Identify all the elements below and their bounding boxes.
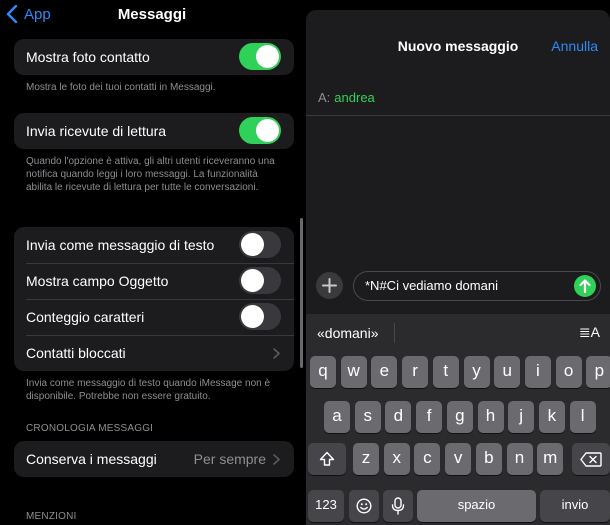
plus-icon: [322, 278, 337, 293]
key-m[interactable]: m: [537, 443, 564, 475]
key-t[interactable]: t: [432, 356, 459, 388]
row-label: Mostra campo Oggetto: [26, 273, 169, 289]
row-conserva-messaggi[interactable]: Conserva i messaggi Per sempre: [14, 441, 294, 477]
key-r[interactable]: r: [402, 356, 429, 388]
key-s[interactable]: s: [354, 401, 381, 433]
toggle-ricevute[interactable]: [239, 117, 281, 144]
key-a[interactable]: a: [324, 401, 350, 433]
return-key[interactable]: invio: [540, 490, 610, 522]
footer-invia-testo: Invia come messaggio di testo quando iMe…: [26, 378, 271, 402]
suggestion-word[interactable]: «domani»: [317, 325, 379, 341]
suggestion-divider: [394, 323, 395, 343]
settings-group-foto: Mostra foto contatto: [14, 39, 294, 75]
footer-ricevute: Quando l'opzione è attiva, gli altri ute…: [26, 156, 275, 193]
send-button[interactable]: [574, 275, 596, 297]
chevron-right-icon: [273, 454, 280, 465]
recipient-name: andrea: [334, 90, 375, 105]
row-ricevute: Invia ricevute di lettura: [14, 113, 294, 149]
key-j[interactable]: j: [508, 401, 535, 433]
key-l[interactable]: l: [569, 401, 596, 433]
toggle-campo-oggetto[interactable]: [239, 267, 281, 294]
key-v[interactable]: v: [445, 443, 472, 475]
arrow-up-icon: [579, 279, 591, 293]
key-u[interactable]: u: [494, 356, 521, 388]
settings-panel: App Messaggi Mostra foto contatto Mostra…: [0, 0, 304, 525]
section-header-menzioni: MENZIONI: [26, 511, 77, 522]
text-format-button[interactable]: ≣A: [579, 324, 600, 341]
shift-key[interactable]: [308, 443, 346, 475]
keyboard: «domani» ≣A qwertyuiop asdfghjkl zxcvbnm…: [306, 314, 610, 525]
microphone-icon: [391, 497, 405, 515]
toggle-knob: [241, 305, 264, 328]
to-label: A:: [318, 90, 331, 105]
key-o[interactable]: o: [555, 356, 582, 388]
key-x[interactable]: x: [383, 443, 410, 475]
row-invia-testo: Invia come messaggio di testo: [14, 227, 294, 263]
row-label: Invia ricevute di lettura: [26, 123, 167, 139]
settings-group-ricevute: Invia ricevute di lettura: [14, 113, 294, 149]
key-z[interactable]: z: [353, 443, 379, 475]
message-input[interactable]: *N#Ci vediamo domani: [353, 271, 601, 301]
chevron-right-icon: [273, 348, 280, 359]
toggle-knob: [256, 119, 279, 142]
emoji-key[interactable]: [349, 490, 379, 522]
key-e[interactable]: e: [371, 356, 398, 388]
toggle-invia-testo[interactable]: [239, 231, 281, 258]
toggle-knob: [256, 45, 279, 68]
cancel-button[interactable]: Annulla: [551, 38, 598, 54]
compose-panel: Nuovo messaggio Annulla A: andrea *N#Ci v…: [306, 0, 610, 525]
key-g[interactable]: g: [446, 401, 473, 433]
key-q[interactable]: q: [310, 356, 336, 388]
footer-mostra-foto: Mostra le foto dei tuoi contatti in Mess…: [26, 82, 216, 93]
numbers-key[interactable]: 123: [308, 490, 344, 522]
key-c[interactable]: c: [414, 443, 441, 475]
toggle-knob: [241, 269, 264, 292]
key-n[interactable]: n: [506, 443, 533, 475]
key-p[interactable]: p: [586, 356, 610, 388]
add-attachment-button[interactable]: [316, 272, 343, 299]
row-label: Conteggio caratteri: [26, 309, 145, 325]
recipient-field[interactable]: A: andrea: [318, 90, 375, 105]
separator: [306, 115, 610, 116]
row-label: Conserva i messaggi: [26, 451, 157, 467]
section-header-cronologia: CRONOLOGIA MESSAGGI: [26, 423, 154, 434]
settings-group-sms: Invia come messaggio di testo Mostra cam…: [14, 227, 294, 371]
row-label: Invia come messaggio di testo: [26, 237, 215, 253]
emoji-icon: [356, 498, 372, 514]
key-i[interactable]: i: [524, 356, 551, 388]
toggle-conteggio[interactable]: [239, 303, 281, 330]
key-h[interactable]: h: [477, 401, 504, 433]
row-mostra-foto: Mostra foto contatto: [14, 39, 294, 75]
scrollbar[interactable]: [300, 218, 303, 368]
key-d[interactable]: d: [385, 401, 412, 433]
shift-icon: [319, 451, 335, 466]
settings-nav-bar: App Messaggi: [0, 0, 304, 30]
key-w[interactable]: w: [340, 356, 367, 388]
settings-group-cronologia: Conserva i messaggi Per sempre: [14, 441, 294, 477]
dictation-key[interactable]: [383, 490, 413, 522]
page-title: Messaggi: [117, 6, 187, 23]
delete-icon: [580, 452, 602, 467]
message-text: *N#Ci vediamo domani: [365, 278, 498, 293]
row-conteggio: Conteggio caratteri: [14, 299, 294, 335]
delete-key[interactable]: [572, 443, 610, 475]
toggle-knob: [241, 233, 264, 256]
row-label: Mostra foto contatto: [26, 49, 150, 65]
key-k[interactable]: k: [538, 401, 565, 433]
space-key[interactable]: spazio: [417, 490, 536, 522]
row-label: Contatti bloccati: [26, 345, 126, 361]
toggle-mostra-foto[interactable]: [239, 43, 281, 70]
key-y[interactable]: y: [463, 356, 490, 388]
row-value: Per sempre: [193, 451, 266, 467]
row-campo-oggetto: Mostra campo Oggetto: [14, 263, 294, 299]
row-contatti-bloccati[interactable]: Contatti bloccati: [14, 335, 294, 371]
key-f[interactable]: f: [416, 401, 443, 433]
suggestion-bar: «domani» ≣A: [306, 314, 610, 350]
key-b[interactable]: b: [475, 443, 502, 475]
